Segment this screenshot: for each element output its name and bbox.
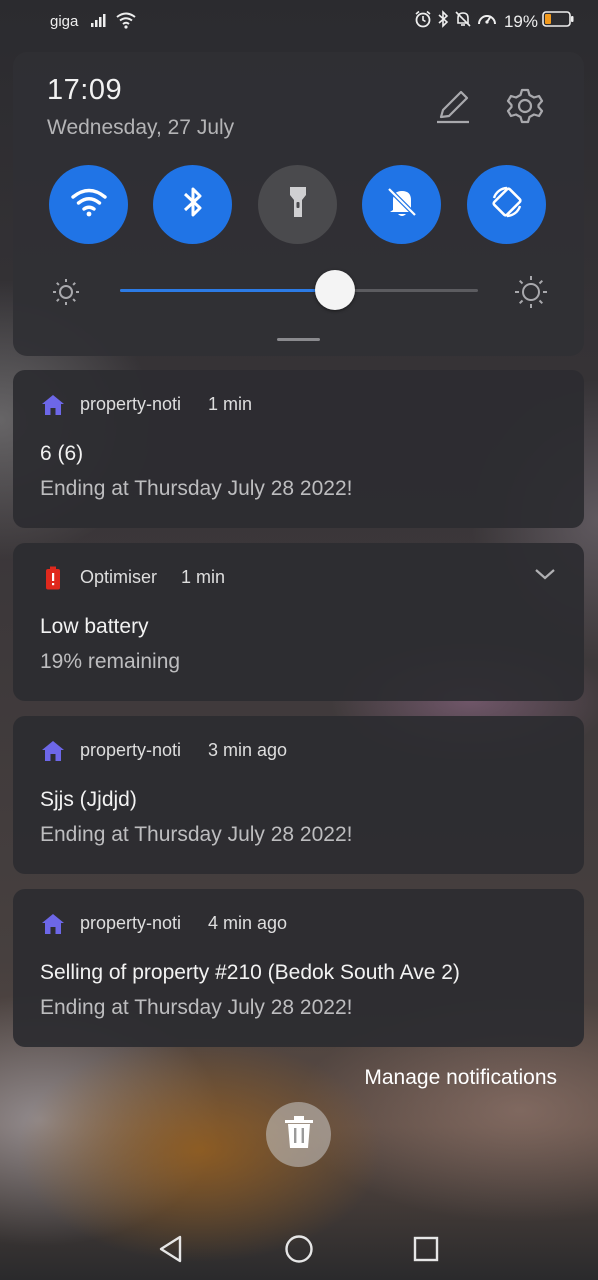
notification-app-name: property-noti: [80, 913, 182, 933]
bluetooth-toggle[interactable]: [153, 165, 232, 244]
notification-time: 1 min: [208, 394, 253, 414]
back-icon[interactable]: [154, 1232, 188, 1266]
wifi-toggle[interactable]: [49, 165, 128, 244]
rotate-icon: [489, 184, 525, 225]
status-right-group: 19%: [414, 10, 574, 33]
notification-card[interactable]: property-noti 3 min ago Sjjs (Jjdjd) End…: [13, 716, 584, 874]
trash-icon: [282, 1114, 316, 1155]
notification-app-name: Optimiser: [80, 567, 158, 587]
brightness-low-icon: [51, 277, 81, 312]
notification-body: Ending at Thursday July 28 2022!: [40, 823, 353, 846]
chevron-down-icon[interactable]: [534, 567, 556, 586]
notification-body: Ending at Thursday July 28 2022!: [40, 477, 353, 500]
home-icon: [41, 912, 65, 936]
flashlight-icon: [287, 184, 309, 225]
data-saver-icon: [476, 10, 498, 33]
gear-icon[interactable]: [503, 84, 547, 128]
wifi-status-icon: [115, 11, 137, 34]
notification-title: Sjjs (Jjdjd): [40, 788, 137, 811]
home-icon: [41, 393, 65, 417]
battery-percent: 19%: [503, 11, 538, 31]
notification-time: 1 min: [181, 567, 226, 587]
clear-all-button[interactable]: [266, 1102, 331, 1167]
navigation-bar: [0, 1210, 598, 1280]
battery-icon: [542, 11, 574, 32]
brightness-thumb[interactable]: [314, 270, 355, 310]
notification-body: Ending at Thursday July 28 2022!: [40, 996, 353, 1019]
clock-date: Wednesday, 27 July: [47, 116, 235, 139]
carrier-label: giga: [50, 13, 79, 30]
notification-time: 3 min ago: [208, 740, 288, 760]
notification-app-name: property-noti: [80, 740, 182, 760]
brightness-high-icon: [513, 274, 549, 315]
mute-icon: [454, 10, 472, 33]
notification-title: Low battery: [40, 615, 149, 638]
brightness-slider[interactable]: [120, 270, 478, 310]
recents-icon[interactable]: [409, 1232, 443, 1266]
notification-card[interactable]: property-noti 1 min 6 (6) Ending at Thur…: [13, 370, 584, 528]
panel-drag-handle[interactable]: [277, 338, 320, 341]
bell-off-icon: [385, 185, 419, 224]
flashlight-toggle[interactable]: [258, 165, 337, 244]
status-bar: giga 19%: [0, 0, 598, 44]
quick-settings-panel: 17:09 Wednesday, 27 July: [13, 52, 584, 356]
bluetooth-status-icon: [436, 10, 450, 33]
notification-title: Selling of property #210 (Bedok South Av…: [40, 961, 460, 984]
home-nav-icon[interactable]: [282, 1232, 316, 1266]
notification-card[interactable]: property-noti 4 min ago Selling of prope…: [13, 889, 584, 1047]
brightness-fill: [120, 289, 335, 292]
manage-notifications-button[interactable]: Manage notifications: [364, 1066, 557, 1090]
notification-body: 19% remaining: [40, 650, 181, 673]
home-icon: [41, 739, 65, 763]
notification-app-name: property-noti: [80, 394, 182, 414]
edit-icon[interactable]: [431, 84, 475, 128]
signal-icon: [90, 12, 110, 33]
wifi-icon: [70, 187, 107, 222]
clock-time: 17:09: [47, 74, 123, 106]
notification-time: 4 min ago: [208, 913, 288, 933]
silent-toggle[interactable]: [362, 165, 441, 244]
alarm-icon: [414, 10, 432, 33]
auto-rotate-toggle[interactable]: [467, 165, 546, 244]
notification-title: 6 (6): [40, 442, 84, 465]
battery-alert-icon: [41, 566, 65, 590]
bluetooth-icon: [180, 184, 206, 225]
notification-card[interactable]: Optimiser 1 min Low battery 19% remainin…: [13, 543, 584, 701]
